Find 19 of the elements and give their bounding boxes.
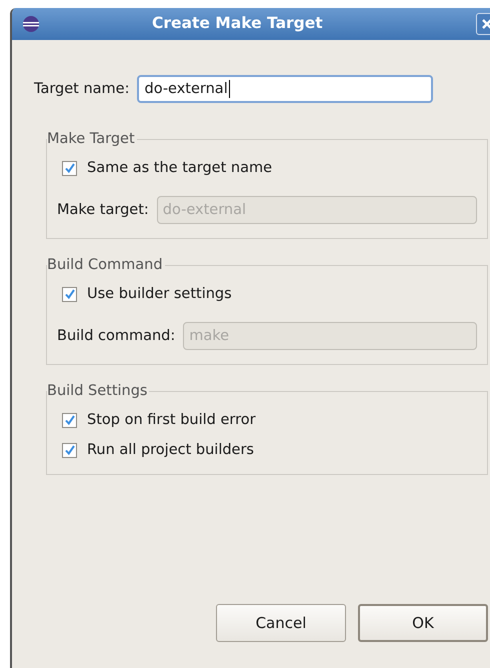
checkbox[interactable] (62, 286, 77, 302)
checkbox-label: Stop on first build error (87, 412, 256, 428)
field-label: Make target: (57, 202, 149, 218)
target-name-field[interactable]: do-external (137, 75, 434, 103)
close-icon (482, 19, 490, 29)
group-title: Build Settings (47, 382, 150, 400)
checkbox[interactable] (62, 160, 77, 176)
ok-button[interactable]: OK (358, 604, 488, 642)
checkbox-label: Same as the target name (87, 160, 272, 176)
globe-icon (22, 15, 40, 33)
cancel-button[interactable]: Cancel (216, 604, 346, 642)
field-label: Build command: (57, 328, 176, 344)
checkbox[interactable] (62, 412, 77, 428)
window-title: Create Make Target (152, 14, 323, 32)
checkbox-label: Run all project builders (87, 442, 254, 458)
field-label: Target name: (34, 81, 130, 97)
checkbox[interactable] (62, 442, 77, 458)
group-title: Make Target (47, 130, 137, 148)
checkbox-label: Use builder settings (87, 286, 232, 302)
